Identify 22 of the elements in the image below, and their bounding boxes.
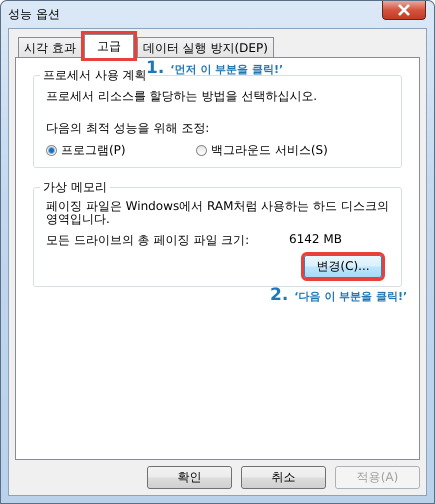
radio-button[interactable] <box>46 145 57 156</box>
close-icon <box>397 4 411 16</box>
close-button[interactable] <box>382 1 426 20</box>
dialog-button[interactable]: 취소 <box>241 466 326 489</box>
dialog-button[interactable]: 변경(C)... <box>304 255 382 278</box>
tab[interactable]: 데이터 실행 방지(DEP) <box>136 37 274 58</box>
step-number: 2. <box>270 285 288 305</box>
radio-label: 프로그램(P) <box>61 142 126 159</box>
tab[interactable]: 시각 효과 <box>18 37 82 58</box>
window-title: 성능 옵션 <box>8 6 60 23</box>
group-title: 가상 메모리 <box>40 179 110 196</box>
total-size-label: 모든 드라이브의 총 페이징 파일 크기: <box>46 232 250 249</box>
step-instruction: ‘다음 이 부분을 클릭!’ <box>294 289 408 304</box>
radio-label: 백그라운드 서비스(S) <box>211 142 328 159</box>
description-text: 페이징 파일은 Windows에서 RAM처럼 사용하는 하드 디스크의 영역입니다. <box>46 200 390 226</box>
dialog-button[interactable]: 확인 <box>147 466 232 489</box>
adjust-label: 다음의 최적 성능을 위해 조정: <box>46 120 210 137</box>
radio-button[interactable] <box>196 145 207 156</box>
tab[interactable]: 고급 <box>84 34 134 58</box>
total-size-value: 6142 MB <box>289 232 342 248</box>
description-text: 프로세서 리소스를 할당하는 방법을 선택하십시오. <box>46 88 318 105</box>
step-instruction: ‘먼저 이 부분을 클릭!’ <box>170 62 284 77</box>
